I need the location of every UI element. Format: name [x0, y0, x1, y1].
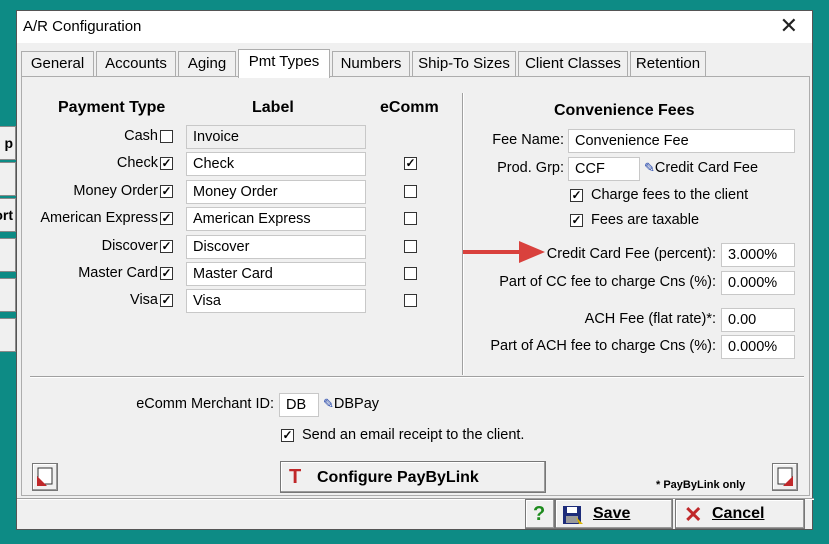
ecomm-header: eComm [380, 99, 439, 116]
payment-type-discover-ecomm-checkbox[interactable] [404, 239, 417, 253]
payment-type-american-express-ecomm-checkbox[interactable] [404, 212, 417, 226]
save-button[interactable]: Save [555, 499, 673, 529]
payment-type-check-checkbox[interactable]: ✓ [160, 157, 173, 171]
right-export-button[interactable] [772, 463, 798, 491]
credit-card-fee-link[interactable]: ✎Credit Card Fee [644, 160, 758, 176]
payment-type-discover-label: Discover [101, 237, 158, 254]
background-button [0, 238, 16, 272]
pencil-icon: ✎ [644, 160, 655, 175]
ar-configuration-dialog: A/R Configuration ✕ General Accounts Aging… [16, 10, 814, 530]
payment-type-header: Payment Type [58, 99, 166, 116]
prod-grp-input[interactable]: CCF [568, 157, 640, 181]
cc-fee-input[interactable]: 3.000% [721, 243, 795, 267]
payment-type-master-card-label-input[interactable]: Master Card [186, 262, 366, 286]
payment-type-american-express-checkbox[interactable]: ✓ [160, 212, 173, 226]
payment-type-cash-checkbox[interactable] [160, 130, 173, 143]
ach-part-label: Part of ACH fee to charge Cns (%): [490, 338, 716, 354]
email-receipt-checkbox[interactable]: ✓ [281, 429, 294, 442]
payment-type-american-express-label-input[interactable]: American Express [186, 207, 366, 232]
payment-type-master-card-label: Master Card [78, 265, 158, 281]
paybylink-icon: T [289, 466, 302, 488]
charge-fees-checkbox[interactable]: ✓ [570, 189, 583, 202]
ach-part-input[interactable]: 0.000% [721, 335, 795, 359]
pmt-types-panel: Payment Type Label eComm Cash Invoice Chec… [21, 76, 810, 496]
payment-type-visa-checkbox[interactable]: ✓ [160, 294, 173, 308]
ach-fee-label: ACH Fee (flat rate)*: [584, 311, 716, 327]
tab-accounts[interactable]: Accounts [96, 51, 176, 76]
tab-aging[interactable]: Aging [178, 51, 236, 76]
tab-numbers[interactable]: Numbers [332, 51, 410, 76]
payment-type-cash-label: Cash [124, 128, 158, 144]
close-icon[interactable]: ✕ [780, 13, 798, 39]
background-button [0, 278, 16, 312]
floppy-disk-icon [563, 506, 583, 524]
fees-taxable-label: Fees are taxable [591, 212, 700, 228]
arrow-down-right-icon [777, 467, 793, 486]
help-icon: ? [533, 503, 546, 525]
arrow-down-left-icon [37, 467, 53, 486]
dbpay-link[interactable]: ✎DBPay [323, 396, 379, 412]
title-bar: A/R Configuration ✕ [17, 11, 812, 43]
payment-type-money-order-ecomm-checkbox[interactable] [404, 184, 417, 198]
fee-name-input[interactable]: Convenience Fee [568, 129, 795, 153]
payment-type-visa-label: Visa [130, 292, 158, 309]
payment-type-american-express-label: American Express [40, 210, 158, 227]
label-header: Label [252, 99, 294, 116]
help-button[interactable]: ? [525, 499, 555, 529]
charge-fees-label: Charge fees to the client [591, 187, 749, 203]
pencil-icon: ✎ [323, 396, 334, 411]
payment-type-visa-label-input[interactable]: Visa [186, 289, 366, 314]
cc-part-label: Part of CC fee to charge Cns (%): [499, 274, 716, 290]
window-title: A/R Configuration [23, 18, 142, 35]
payment-type-master-card-checkbox[interactable]: ✓ [160, 267, 173, 280]
payment-type-money-order-label-input[interactable]: Money Order [186, 179, 366, 204]
payment-type-check-label-input[interactable]: Check [186, 152, 366, 177]
merchant-id-input[interactable]: DB [279, 393, 319, 417]
cancel-button[interactable]: ✕ Cancel [675, 499, 805, 529]
email-receipt-label: Send an email receipt to the client. [302, 427, 525, 443]
ach-fee-input[interactable]: 0.00 [721, 308, 795, 332]
tab-client-classes[interactable]: Client Classes [518, 51, 628, 76]
paybylink-note: * PayByLink only [656, 479, 746, 491]
horizontal-divider [30, 376, 804, 378]
cc-part-input[interactable]: 0.000% [721, 271, 795, 295]
background-button: p [0, 126, 16, 160]
configure-paybylink-button[interactable]: T Configure PayByLink [280, 461, 546, 493]
left-export-button[interactable] [32, 463, 58, 491]
payment-type-master-card-ecomm-checkbox[interactable] [404, 267, 417, 280]
background-button: ort [0, 198, 16, 232]
payment-type-discover-label-input[interactable]: Discover [186, 234, 366, 259]
payment-type-money-order-label: Money Order [73, 182, 158, 199]
payment-type-money-order-checkbox[interactable]: ✓ [160, 184, 173, 198]
tab-retention[interactable]: Retention [630, 51, 706, 76]
fees-taxable-checkbox[interactable]: ✓ [570, 214, 583, 227]
payment-type-visa-ecomm-checkbox[interactable] [404, 294, 417, 308]
tab-general[interactable]: General [21, 51, 94, 76]
cancel-x-icon: ✕ [684, 502, 703, 527]
payment-type-check-label: Check [116, 155, 158, 172]
background-button [0, 162, 16, 196]
tab-pmt-types[interactable]: Pmt Types [238, 49, 330, 78]
prod-grp-label: Prod. Grp: [497, 160, 564, 176]
fee-name-label: Fee Name: [492, 132, 564, 148]
cc-fee-label: Credit Card Fee (percent): [546, 246, 716, 262]
payment-type-cash-label-input: Invoice [186, 125, 366, 149]
convenience-fees-header: Convenience Fees [554, 102, 695, 119]
tab-ship-to-sizes[interactable]: Ship-To Sizes [412, 51, 516, 76]
payment-type-discover-checkbox[interactable]: ✓ [160, 239, 173, 253]
merchant-id-label: eComm Merchant ID: [136, 396, 274, 412]
payment-type-check-ecomm-checkbox[interactable]: ✓ [404, 157, 417, 171]
background-button [0, 318, 16, 352]
